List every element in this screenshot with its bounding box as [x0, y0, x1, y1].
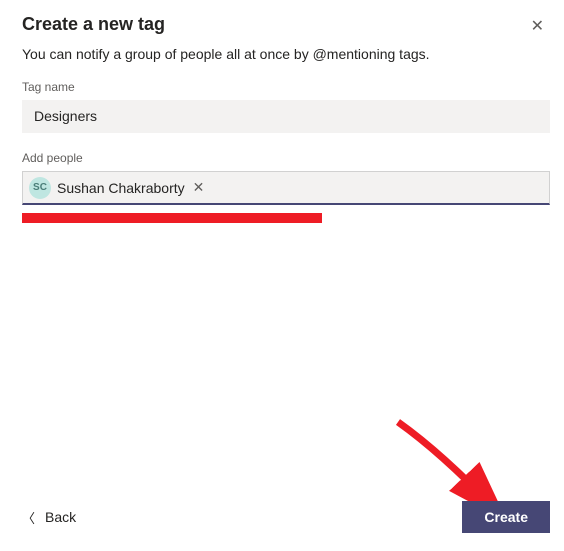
chevron-left-icon: 〈	[22, 508, 35, 527]
add-people-input[interactable]: SC Sushan Chakraborty ✕	[22, 171, 550, 205]
tag-name-input[interactable]	[22, 100, 550, 133]
remove-person-icon[interactable]: ✕	[193, 179, 205, 196]
tag-name-label: Tag name	[22, 80, 550, 94]
create-button[interactable]: Create	[462, 501, 550, 533]
close-icon[interactable]: ✕	[525, 14, 550, 38]
back-label: Back	[45, 509, 76, 525]
dialog-subtitle: You can notify a group of people all at …	[22, 46, 550, 62]
dialog-title: Create a new tag	[22, 14, 165, 35]
avatar: SC	[29, 177, 51, 199]
person-chip: SC Sushan Chakraborty ✕	[29, 177, 204, 199]
person-name: Sushan Chakraborty	[57, 180, 185, 196]
add-people-label: Add people	[22, 151, 550, 165]
back-button[interactable]: 〈 Back	[22, 508, 76, 527]
redaction-bar	[22, 213, 322, 223]
